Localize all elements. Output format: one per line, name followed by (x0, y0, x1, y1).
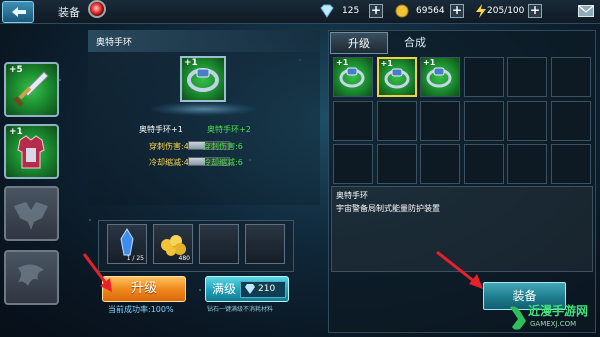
equipment-slot-armor[interactable]: +1 (4, 124, 59, 179)
inventory-cell-empty[interactable] (333, 100, 373, 141)
slot-plus-level: +1 (9, 127, 23, 137)
name-current: 奥特手环+1 (139, 125, 183, 134)
max-level-label: 满级 (212, 282, 237, 296)
description-item-name: 奥特手环 (336, 191, 368, 200)
red-arrow-icon (82, 253, 112, 292)
featured-plus-level: +1 (184, 58, 198, 68)
page-title: 装备 (58, 6, 80, 19)
equipment-slot-sword[interactable]: +5 (4, 62, 59, 117)
inventory-cell-empty[interactable] (550, 100, 591, 141)
item-title: 奥特手环 (96, 38, 133, 48)
max-level-price: 210 (258, 284, 276, 294)
item-plus-level: +1 (380, 59, 393, 68)
back-button[interactable] (2, 1, 34, 23)
max-level-note: 钻石一键满级不消耗材料 (207, 306, 274, 313)
watermark-url: GAMEXJ.COM (530, 320, 577, 328)
material-slot-gold[interactable]: 480 (153, 224, 193, 264)
featured-item-slot: +1 (180, 56, 226, 102)
inventory-cell-empty[interactable] (420, 144, 460, 184)
max-level-button[interactable]: 满级 210 (205, 276, 289, 302)
dragon-emblem-icon (18, 264, 44, 286)
material-slot-empty-2 (245, 224, 285, 264)
gold-coin-icon (395, 4, 409, 18)
inventory-cell-empty[interactable] (420, 100, 460, 141)
add-diamonds-button[interactable]: + (369, 4, 383, 18)
add-gold-button[interactable]: + (450, 4, 464, 18)
inventory-cell-empty[interactable] (463, 100, 504, 141)
back-arrow-icon (12, 7, 26, 17)
stat-pierce-next: 穿刺伤害:6 (203, 142, 243, 151)
inventory-cell-empty[interactable] (463, 57, 504, 97)
inventory-cell-empty[interactable] (507, 144, 547, 184)
description-text: 宇宙警备局制式能量防护装置 (336, 204, 440, 213)
tab-upgrade[interactable]: 升级 (330, 32, 388, 54)
upgrade-success-rate: 当前成功率:100% (108, 305, 174, 314)
red-gem-icon (88, 0, 106, 18)
red-arrow-icon (436, 250, 483, 289)
equipment-slot-empty-2[interactable] (4, 250, 59, 305)
watermark-title: 近漫手游网 (528, 304, 589, 318)
wing-emblem-icon (14, 202, 48, 230)
slot-plus-level: +5 (9, 65, 23, 75)
stat-cooldown-current: 冷却缩减:4 (149, 158, 189, 167)
inventory-item-bracelet[interactable]: +1 (376, 57, 417, 97)
item-pedestal (150, 102, 258, 116)
diamond-count: 125 (342, 6, 360, 16)
material-count: 480 (178, 255, 190, 262)
item-plus-level: +1 (423, 58, 436, 67)
energy-count: 205/100 (487, 6, 525, 16)
inventory-cell-empty[interactable] (376, 144, 417, 184)
inventory-item-bracelet[interactable]: +1 (333, 57, 373, 97)
inventory-cell-empty[interactable] (333, 144, 373, 184)
inventory-cell-empty[interactable] (376, 100, 417, 141)
inventory-cell-empty[interactable] (550, 57, 591, 97)
inventory-cell-empty[interactable] (507, 57, 547, 97)
stat-cooldown-next: 冷却缩减:6 (203, 158, 243, 167)
add-energy-button[interactable]: + (528, 4, 542, 18)
diamond-icon (320, 4, 334, 18)
equipment-slot-empty-1[interactable] (4, 186, 59, 241)
inventory-cell-empty[interactable] (463, 144, 504, 184)
inventory-item-bracelet[interactable]: +1 (420, 57, 460, 97)
stat-pierce-current: 穿刺伤害:4 (149, 142, 189, 151)
item-plus-level: +1 (336, 58, 349, 67)
tab-synthesize[interactable]: 合成 (386, 32, 444, 54)
inventory-cell-empty[interactable] (550, 144, 591, 184)
gold-count: 69564 (416, 6, 445, 16)
name-next: 奥特手环+2 (207, 125, 251, 134)
material-slot-empty-1 (199, 224, 239, 264)
diamond-icon (245, 284, 255, 294)
inventory-cell-empty[interactable] (507, 100, 547, 141)
material-count: 1 / 25 (126, 255, 144, 262)
mail-icon[interactable] (578, 5, 594, 17)
